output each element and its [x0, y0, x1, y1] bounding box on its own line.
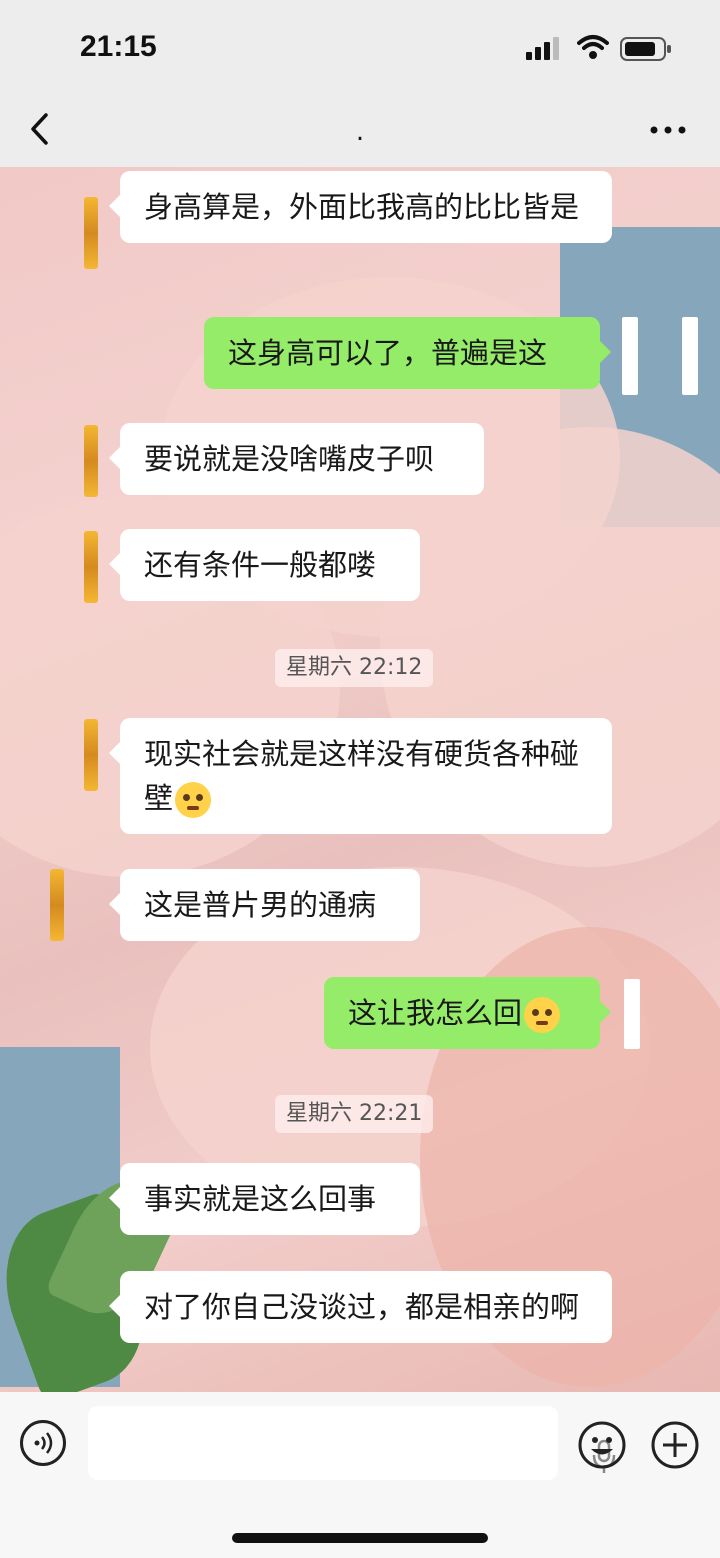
message-text: 这是普片男的通病	[144, 888, 377, 922]
home-indicator[interactable]	[232, 1533, 488, 1543]
message-text: 还有条件一般都喽	[144, 548, 377, 582]
chat-title: .	[355, 117, 365, 147]
message-bubble-incoming[interactable]: 还有条件一般都喽	[109, 529, 420, 601]
avatar[interactable]	[84, 425, 98, 497]
chat-area[interactable]: 身高算是，外面比我高的比比皆是 这身高可以了，普遍是这 要说就是没啥嘴皮子呗 还…	[0, 167, 720, 1392]
message-bubble-incoming[interactable]: 事实就是这么回事	[109, 1163, 420, 1235]
status-bar: 21:15	[0, 0, 720, 95]
cellular-signal-icon	[526, 37, 559, 60]
battery-icon	[620, 37, 671, 61]
message-text: 对了你自己没谈过，都是相亲的啊	[144, 1290, 580, 1324]
message-bubble-outgoing[interactable]: 这让我怎么回	[324, 977, 611, 1049]
avatar[interactable]	[682, 317, 698, 395]
avatar[interactable]	[50, 869, 64, 941]
message-text: 事实就是这么回事	[144, 1182, 377, 1216]
avatar[interactable]	[84, 197, 98, 269]
message-input[interactable]	[88, 1406, 616, 1480]
smiley-icon[interactable]	[577, 1420, 627, 1470]
timestamp: 星期六 22:21	[275, 1095, 434, 1133]
wifi-icon	[577, 35, 609, 59]
avatar[interactable]	[84, 531, 98, 603]
message-text: 要说就是没啥嘴皮子呗	[144, 442, 435, 476]
message-bubble-incoming[interactable]: 对了你自己没谈过，都是相亲的啊	[109, 1271, 612, 1343]
message-bubble-incoming[interactable]: 现实社会就是这样没有硬货各种碰壁	[109, 718, 612, 834]
message-text: 这身高可以了，普遍是这	[228, 336, 548, 370]
status-time: 21:15	[80, 30, 157, 63]
timestamp: 星期六 22:12	[275, 649, 434, 687]
message-bubble-incoming[interactable]: 要说就是没啥嘴皮子呗	[109, 423, 484, 495]
message-text: 这让我怎么回	[348, 996, 523, 1030]
avatar[interactable]	[624, 979, 640, 1049]
message-bubble-incoming[interactable]: 这是普片男的通病	[109, 869, 420, 941]
avatar[interactable]	[84, 719, 98, 791]
message-bubble-outgoing[interactable]: 这身高可以了，普遍是这	[204, 317, 611, 389]
voice-icon[interactable]	[20, 1420, 66, 1466]
face-with-tears-emoji	[175, 782, 212, 818]
message-bubble-incoming[interactable]: 身高算是，外面比我高的比比皆是	[109, 171, 612, 243]
plus-icon[interactable]	[650, 1420, 700, 1470]
avatar[interactable]	[622, 317, 638, 395]
nav-bar: .	[0, 95, 720, 167]
pleading-face-emoji	[524, 997, 561, 1033]
message-text: 身高算是，外面比我高的比比皆是	[144, 190, 580, 224]
more-dots-icon[interactable]	[648, 115, 688, 145]
